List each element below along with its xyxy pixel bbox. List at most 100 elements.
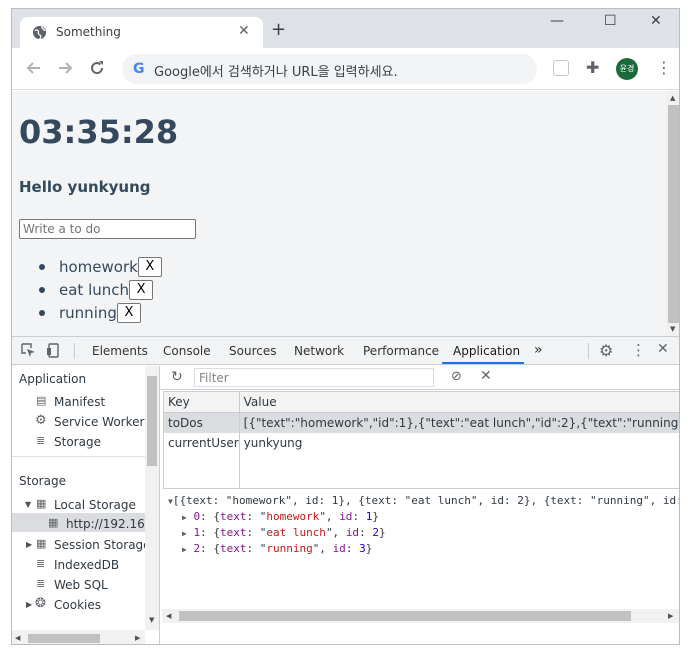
inspect-element-icon[interactable]: [21, 343, 36, 358]
sidebar-item-local-storage[interactable]: Local Storage: [54, 498, 136, 512]
globe-icon: [32, 25, 47, 40]
tab-elements[interactable]: Elements: [92, 344, 148, 358]
key-cell[interactable]: currentUser: [163, 432, 240, 453]
local-storage-grid-icon: ▦: [36, 497, 47, 510]
key-column-header[interactable]: Key: [163, 391, 240, 413]
local-storage-table: Key Value toDos [{"text":"homework","id"…: [163, 391, 679, 489]
delete-todo-button[interactable]: X: [116, 303, 141, 323]
tab-console[interactable]: Console: [163, 344, 211, 358]
sidebar-item-cookies[interactable]: Cookies: [54, 598, 101, 612]
delete-todo-button[interactable]: X: [129, 280, 154, 300]
back-arrow-icon[interactable]: [24, 58, 44, 78]
menu-kebab-icon[interactable]: ⋮: [656, 58, 672, 77]
item-index: 2: [193, 542, 201, 555]
clock: 03:35:28: [19, 113, 179, 151]
sidebar-scrollbar-thumb[interactable]: [147, 376, 157, 466]
puzzle-extensions-icon[interactable]: ✚: [586, 58, 599, 77]
collapse-arrow-icon[interactable]: ▶: [26, 540, 32, 549]
sidebar-horizontal-scrollbar[interactable]: ◀ ▶: [12, 630, 145, 644]
tab-title: Something: [56, 25, 121, 39]
delete-selected-icon[interactable]: ✕: [480, 368, 492, 384]
table-header-row: Key Value: [163, 391, 679, 413]
sidebar-item-manifest[interactable]: Manifest: [54, 395, 105, 409]
collapsed-triangle-icon[interactable]: ▶: [182, 545, 187, 554]
item-index: 0: [193, 510, 201, 523]
todo-item: homework X: [39, 257, 162, 280]
page-scrollbar-thumb[interactable]: [668, 105, 679, 323]
close-window-button[interactable]: ✕: [650, 13, 662, 29]
tab-performance[interactable]: Performance: [363, 344, 439, 358]
scroll-down-arrow-icon[interactable]: ▼: [149, 616, 154, 624]
page-scrollbar[interactable]: ▲ ▼: [666, 91, 679, 336]
sidebar-item-indexeddb[interactable]: IndexedDB: [54, 558, 119, 572]
extension-icon[interactable]: [553, 60, 569, 76]
sidebar-item-session-storage[interactable]: Session Storage: [54, 538, 151, 552]
close-devtools-icon[interactable]: ✕: [657, 341, 669, 357]
devtools-panel: Elements Console Sources Network Perform…: [12, 336, 679, 644]
storage-database-icon: ≣: [36, 434, 46, 447]
tab-application[interactable]: Application: [453, 344, 520, 358]
scroll-down-arrow-icon[interactable]: ▼: [670, 325, 675, 333]
preview-summary-line[interactable]: ▼[{text: "homework", id: 1}, {text: "eat…: [168, 494, 679, 507]
refresh-icon[interactable]: ↻: [171, 369, 183, 385]
bullet-icon: [39, 310, 45, 316]
preview-scrollbar-thumb[interactable]: [179, 611, 631, 621]
forward-arrow-icon[interactable]: [55, 58, 75, 78]
tab-close-icon[interactable]: ✕: [238, 23, 250, 39]
scroll-up-arrow-icon[interactable]: ▲: [670, 94, 675, 102]
expand-arrow-icon[interactable]: ▼: [25, 500, 31, 509]
sidebar-horizontal-thumb[interactable]: [28, 634, 100, 643]
value-cell[interactable]: [{"text":"homework","id":1},{"text":"eat…: [238, 412, 679, 433]
address-bar[interactable]: G Google에서 검색하거나 URL을 입력하세요.: [122, 54, 537, 84]
todo-text: eat lunch: [59, 281, 130, 299]
table-row[interactable]: toDos [{"text":"homework","id":1},{"text…: [163, 412, 679, 433]
item-text: homework: [266, 510, 320, 523]
table-row[interactable]: currentUser yunkyung: [163, 432, 679, 453]
sidebar-scrollbar[interactable]: ▼: [145, 366, 159, 630]
preview-item[interactable]: ▶ 2: {text: "running", id: 3}: [182, 542, 372, 555]
scroll-left-arrow-icon[interactable]: ◀: [166, 612, 171, 620]
origin-grid-icon: ▦: [48, 516, 59, 529]
profile-avatar[interactable]: 윤경: [616, 58, 638, 80]
device-toolbar-icon[interactable]: [46, 343, 61, 358]
more-tabs-icon[interactable]: »: [534, 342, 543, 358]
item-index: 1: [193, 526, 201, 539]
preview-item[interactable]: ▶ 1: {text: "eat lunch", id: 2}: [182, 526, 386, 539]
todo-input[interactable]: [19, 219, 196, 239]
scroll-right-arrow-icon[interactable]: ▶: [135, 634, 140, 642]
storage-section-header: Storage: [19, 474, 66, 488]
devtools-menu-icon[interactable]: ⋮: [631, 341, 646, 359]
sidebar-item-origin[interactable]: http://192.168.: [66, 517, 156, 531]
key-cell[interactable]: toDos: [163, 412, 240, 433]
tab-sources[interactable]: Sources: [229, 344, 276, 358]
new-tab-button[interactable]: +: [271, 19, 286, 40]
sidebar-item-service-workers[interactable]: Service Workers: [54, 415, 151, 429]
collapsed-triangle-icon[interactable]: ▶: [182, 529, 187, 538]
todo-item: eat lunch X: [39, 280, 162, 303]
preview-item[interactable]: ▶ 0: {text: "homework", id: 1}: [182, 510, 379, 523]
toolbar-divider: [588, 343, 589, 359]
delete-todo-button[interactable]: X: [137, 257, 162, 277]
sidebar-item-web-sql[interactable]: Web SQL: [54, 578, 108, 592]
collapsed-triangle-icon[interactable]: ▶: [182, 513, 187, 522]
sidebar-item-storage[interactable]: Storage: [54, 435, 101, 449]
item-id: 2: [372, 526, 379, 539]
indexeddb-database-icon: ≣: [36, 557, 46, 570]
tab-network[interactable]: Network: [294, 344, 344, 358]
scroll-left-arrow-icon[interactable]: ◀: [15, 634, 20, 642]
maximize-button[interactable]: ☐: [604, 13, 617, 29]
minimize-button[interactable]: —: [550, 13, 564, 29]
clear-all-icon[interactable]: ⊘: [451, 369, 462, 384]
scroll-right-arrow-icon[interactable]: ▶: [668, 612, 673, 620]
google-icon: G: [133, 61, 145, 77]
settings-gear-icon[interactable]: ⚙: [599, 341, 613, 360]
toolbar-divider: [74, 343, 75, 359]
filter-input[interactable]: [194, 368, 434, 387]
value-cell[interactable]: yunkyung: [238, 432, 679, 453]
empty-table-row: [163, 452, 679, 489]
preview-horizontal-scrollbar[interactable]: ◀ ▶: [162, 609, 679, 623]
browser-tab[interactable]: Something ✕: [20, 17, 263, 48]
collapse-arrow-icon[interactable]: ▶: [26, 600, 32, 609]
value-column-header[interactable]: Value: [238, 391, 679, 413]
reload-icon[interactable]: [87, 58, 107, 78]
